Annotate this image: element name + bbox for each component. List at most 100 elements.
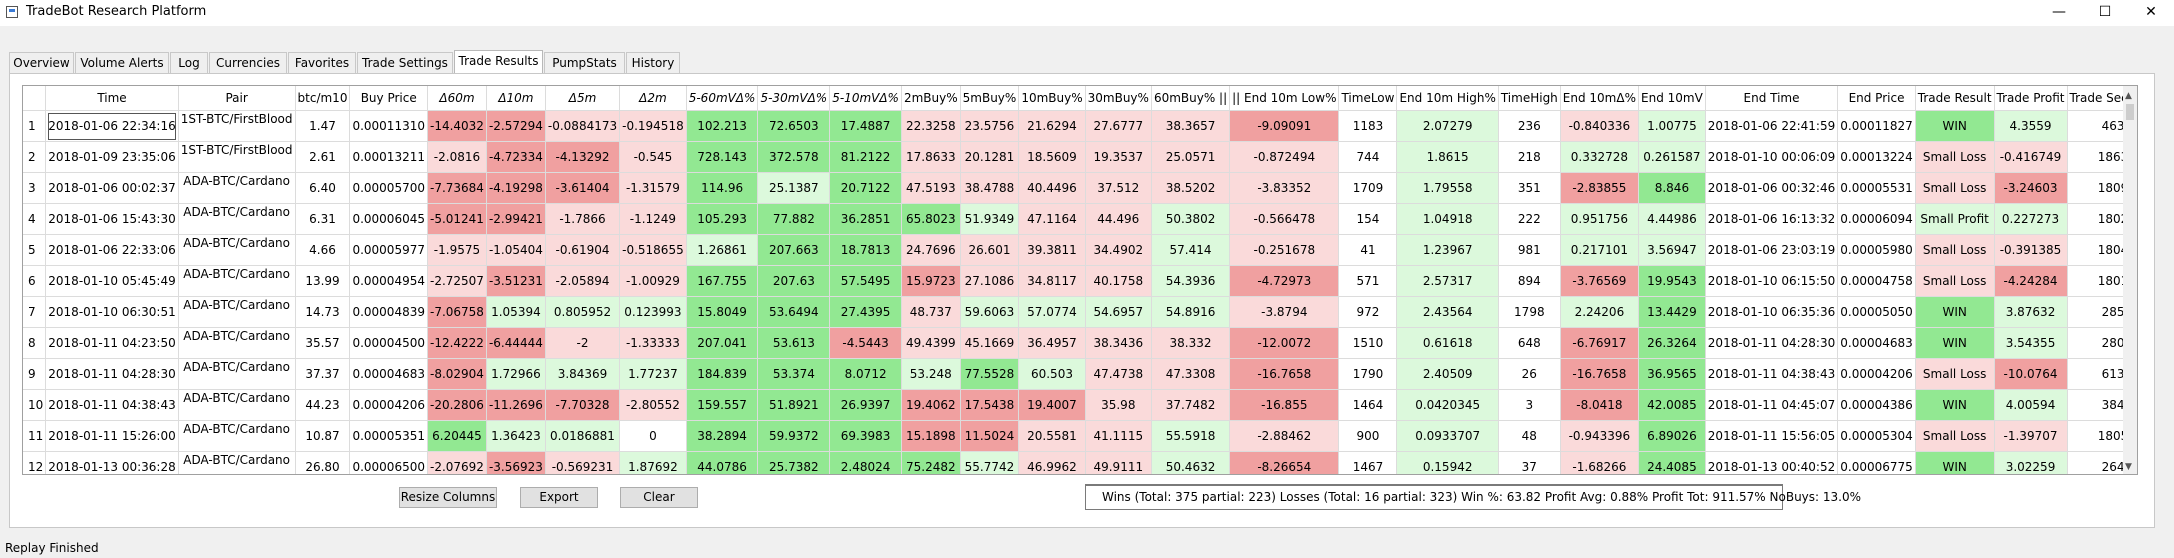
- row-number[interactable]: 6: [23, 265, 47, 297]
- table-cell[interactable]: -11.2696: [486, 389, 546, 421]
- table-cell[interactable]: 3.84369: [545, 358, 621, 390]
- table-cell[interactable]: -0.61904: [545, 234, 621, 266]
- table-cell[interactable]: 81.2122: [829, 141, 902, 173]
- table-cell[interactable]: 54.8916: [1151, 296, 1231, 328]
- table-cell[interactable]: 972: [1338, 296, 1398, 328]
- table-cell[interactable]: 744: [1338, 141, 1398, 173]
- table-row[interactable]: 6 2018-01-10 05:45:49 ADA-BTC/Cardano 13.99…: [23, 265, 2137, 297]
- table-cell[interactable]: -2: [545, 327, 621, 359]
- table-cell[interactable]: 0.61618: [1396, 327, 1499, 359]
- table-cell[interactable]: 648: [1498, 327, 1561, 359]
- table-cell[interactable]: 42.0085: [1638, 389, 1706, 421]
- table-cell[interactable]: 57.414: [1151, 234, 1231, 266]
- table-cell[interactable]: -2.88462: [1229, 420, 1340, 452]
- table-cell[interactable]: 167.755: [686, 265, 759, 297]
- table-cell[interactable]: 26: [1498, 358, 1561, 390]
- table-row[interactable]: 10 2018-01-11 04:38:43 ADA-BTC/Cardano 44.2…: [23, 389, 2137, 421]
- table-cell[interactable]: 14.73: [295, 296, 351, 328]
- scroll-up-icon[interactable]: ▲: [2125, 91, 2132, 101]
- table-cell[interactable]: 23.5756: [960, 110, 1020, 142]
- table-cell[interactable]: 37.7482: [1151, 389, 1231, 421]
- table-cell[interactable]: 35.98: [1085, 389, 1152, 421]
- table-cell[interactable]: 0.00004386: [1837, 389, 1916, 421]
- table-cell[interactable]: 2018-01-06 22:33:06: [45, 234, 179, 266]
- table-cell[interactable]: -0.872494: [1229, 141, 1340, 173]
- table-cell[interactable]: 2.40509: [1396, 358, 1499, 390]
- table-cell[interactable]: -4.5443: [829, 327, 902, 359]
- table-cell[interactable]: 27.6777: [1085, 110, 1152, 142]
- table-cell[interactable]: 25.1387: [757, 172, 831, 204]
- table-cell[interactable]: Small Loss: [1915, 172, 1995, 204]
- table-cell[interactable]: 0.805952: [545, 296, 621, 328]
- table-cell[interactable]: 0.00005050: [1837, 296, 1916, 328]
- table-cell[interactable]: 3.56947: [1638, 234, 1706, 266]
- table-cell[interactable]: 0.00006045: [349, 203, 428, 235]
- table-cell[interactable]: 1.36423: [486, 420, 546, 452]
- table-cell[interactable]: -7.06758: [427, 296, 487, 328]
- table-cell[interactable]: -2.07692: [427, 451, 487, 474]
- table-cell[interactable]: 0.00004683: [349, 358, 428, 390]
- table-cell[interactable]: 45.1669: [960, 327, 1020, 359]
- table-cell[interactable]: Small Loss: [1915, 141, 1995, 173]
- table-cell[interactable]: -1.31579: [619, 172, 687, 204]
- table-cell[interactable]: 25.0571: [1151, 141, 1231, 173]
- table-cell[interactable]: 15.8049: [686, 296, 759, 328]
- table-cell[interactable]: -3.8794: [1229, 296, 1340, 328]
- table-cell[interactable]: -7.70328: [545, 389, 621, 421]
- table-cell[interactable]: 38.2894: [686, 420, 759, 452]
- table-cell[interactable]: 54.6957: [1085, 296, 1152, 328]
- table-cell[interactable]: 34.8117: [1018, 265, 1086, 297]
- table-cell[interactable]: 0.15942: [1396, 451, 1499, 474]
- table-cell[interactable]: -0.943396: [1560, 420, 1640, 452]
- table-cell[interactable]: WIN: [1915, 110, 1995, 142]
- row-number[interactable]: 1: [23, 110, 47, 142]
- table-cell[interactable]: 2018-01-06 15:43:30: [45, 203, 179, 235]
- table-cell[interactable]: -12.0072: [1229, 327, 1340, 359]
- column-header[interactable]: 5-10mVΔ%: [829, 86, 902, 111]
- table-cell[interactable]: -0.545: [619, 141, 687, 173]
- table-cell[interactable]: 1790: [1338, 358, 1398, 390]
- table-cell[interactable]: 0.332728: [1560, 141, 1640, 173]
- table-cell[interactable]: 0.0933707: [1396, 420, 1499, 452]
- table-cell[interactable]: -2.72507: [427, 265, 487, 297]
- table-cell[interactable]: 26.9397: [829, 389, 902, 421]
- table-cell[interactable]: -8.0418: [1560, 389, 1640, 421]
- column-header[interactable]: TimeLow: [1338, 86, 1398, 111]
- table-cell[interactable]: 1.77237: [619, 358, 687, 390]
- table-cell[interactable]: 38.3436: [1085, 327, 1152, 359]
- column-header[interactable]: 5-60mVΔ%: [686, 86, 759, 111]
- table-cell[interactable]: -1.9575: [427, 234, 487, 266]
- column-header[interactable]: 5mBuy%: [960, 86, 1020, 111]
- table-cell[interactable]: 53.374: [757, 358, 831, 390]
- table-cell[interactable]: 1.26861: [686, 234, 759, 266]
- table-cell[interactable]: 1510: [1338, 327, 1398, 359]
- table-cell[interactable]: 36.4957: [1018, 327, 1086, 359]
- table-cell[interactable]: 4.66: [295, 234, 351, 266]
- row-number[interactable]: 12: [23, 451, 47, 474]
- table-cell[interactable]: 47.4738: [1085, 358, 1152, 390]
- table-cell[interactable]: 1798: [1498, 296, 1561, 328]
- table-cell[interactable]: 2018-01-11 04:28:30: [1705, 327, 1839, 359]
- table-cell[interactable]: 1.04918: [1396, 203, 1499, 235]
- table-cell[interactable]: 19.4062: [901, 389, 961, 421]
- table-cell[interactable]: 53.248: [901, 358, 961, 390]
- table-cell[interactable]: 0.00011310: [349, 110, 428, 142]
- table-cell[interactable]: 0.00006094: [1837, 203, 1916, 235]
- table-cell[interactable]: 75.2482: [901, 451, 961, 474]
- table-cell[interactable]: -3.24603: [1994, 172, 2068, 204]
- table-cell[interactable]: WIN: [1915, 296, 1995, 328]
- table-cell[interactable]: 69.3983: [829, 420, 902, 452]
- table-cell[interactable]: 26.80: [295, 451, 351, 474]
- column-header[interactable]: Δ60m: [427, 86, 487, 111]
- table-cell[interactable]: -16.855: [1229, 389, 1340, 421]
- table-cell[interactable]: 20.7122: [829, 172, 902, 204]
- row-number[interactable]: 9: [23, 358, 47, 390]
- table-cell[interactable]: 13.4429: [1638, 296, 1706, 328]
- table-cell[interactable]: 2018-01-11 04:38:43: [45, 389, 179, 421]
- table-cell[interactable]: 55.5918: [1151, 420, 1231, 452]
- table-cell[interactable]: -3.61404: [545, 172, 621, 204]
- table-cell[interactable]: 38.5202: [1151, 172, 1231, 204]
- table-cell[interactable]: 0.00013224: [1837, 141, 1916, 173]
- table-cell[interactable]: 55.7742: [960, 451, 1020, 474]
- table-cell[interactable]: 59.6063: [960, 296, 1020, 328]
